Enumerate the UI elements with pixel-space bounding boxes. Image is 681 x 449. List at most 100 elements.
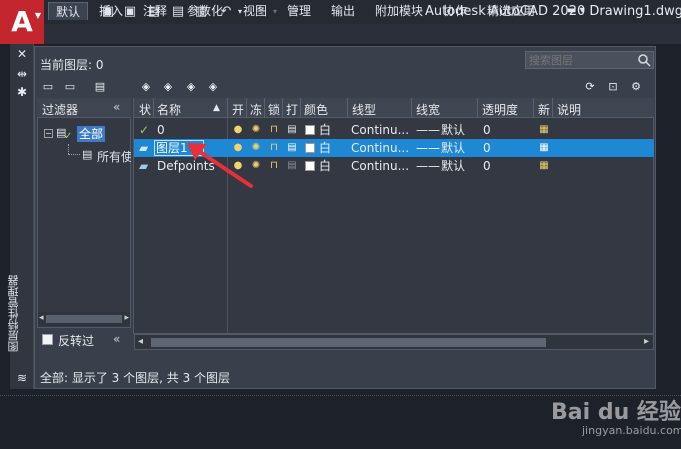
column-separator xyxy=(477,98,478,118)
close-icon[interactable]: ✕ xyxy=(14,46,30,62)
column-lineweight[interactable]: 线宽 xyxy=(416,101,440,118)
check-icon: ✓ xyxy=(64,131,73,142)
layer-name[interactable]: 0 xyxy=(157,121,165,139)
layer-transparency[interactable]: 0 xyxy=(483,157,491,175)
new-vp-freeze-icon[interactable]: ▦ xyxy=(538,142,550,154)
new-layer-icon[interactable]: ◈ xyxy=(138,80,154,94)
filter-scrollbar[interactable]: ◂ ▸ xyxy=(38,312,130,326)
gear-icon[interactable]: ⚙ xyxy=(628,80,644,94)
new-group-filter-icon[interactable]: ▭ xyxy=(62,80,78,94)
printer-icon[interactable]: ▤ xyxy=(286,124,298,136)
tab-addins[interactable]: 附加模块 xyxy=(368,2,430,20)
tab-featured-apps[interactable]: 精选应用 xyxy=(480,2,542,20)
autocad-logo-icon: A xyxy=(11,5,33,38)
new-filter-icon[interactable]: ▭ xyxy=(40,80,56,94)
collapse-tree-button[interactable]: « xyxy=(113,332,120,346)
current-layer-check-icon: ✓ xyxy=(139,123,150,137)
scroll-right-icon[interactable]: ▸ xyxy=(644,336,649,347)
column-separator xyxy=(282,98,283,118)
layer-linetype[interactable]: Continu... xyxy=(351,157,409,175)
column-separator xyxy=(300,98,301,118)
column-separator xyxy=(347,98,348,118)
tab-collaborate[interactable]: 协作 xyxy=(436,2,474,20)
column-separator xyxy=(227,98,228,118)
refresh-icon[interactable]: ⟳ xyxy=(582,80,598,94)
search-field[interactable] xyxy=(525,51,654,69)
column-transparency[interactable]: 透明度 xyxy=(482,101,518,118)
scroll-left-icon[interactable]: ◂ xyxy=(39,313,44,323)
column-on[interactable]: 开 xyxy=(232,101,244,118)
filter-title: 过滤器 xyxy=(42,103,79,117)
palette-title: 图层特性管理器 xyxy=(7,275,20,352)
column-separator xyxy=(552,98,553,118)
layer-settings-icon[interactable]: ⊡ xyxy=(605,80,621,94)
column-freeze[interactable]: 冻 xyxy=(250,101,262,118)
scroll-left-icon[interactable]: ◂ xyxy=(138,336,143,347)
tab-home[interactable]: 默认 xyxy=(48,2,89,20)
delete-layer-icon[interactable]: ◈ xyxy=(183,80,199,94)
tab-parametric[interactable]: 参数化 xyxy=(180,2,230,20)
scroll-thumb[interactable] xyxy=(46,315,122,323)
column-color[interactable]: 颜色 xyxy=(304,101,328,118)
column-lock[interactable]: 锁 xyxy=(268,101,280,118)
scroll-thumb[interactable] xyxy=(151,338,546,347)
tree-toggle-icon[interactable]: − xyxy=(44,129,53,138)
layer-states-icon[interactable]: ▤ xyxy=(92,80,108,94)
invert-filter-checkbox[interactable] xyxy=(42,334,53,345)
layer-transparency[interactable]: 0 xyxy=(483,139,491,157)
layer-color[interactable]: 白 xyxy=(319,157,331,175)
no-plot-printer-icon[interactable]: ▤ xyxy=(286,160,298,172)
tab-insert[interactable]: 插入 xyxy=(92,2,130,20)
column-separator xyxy=(153,98,154,118)
sun-thaw-icon[interactable]: ✺ xyxy=(250,124,262,136)
layer-list-scrollbar[interactable]: ◂ ▸ xyxy=(134,334,654,350)
unlock-icon[interactable]: ⊓ xyxy=(268,160,280,172)
autohide-icon[interactable]: ⇹ xyxy=(14,66,30,82)
column-name[interactable]: 名称 xyxy=(157,101,181,118)
column-description[interactable]: 说明 xyxy=(557,101,581,118)
tree-item-all[interactable]: 全部 xyxy=(77,126,106,142)
ribbon-minimize-icon[interactable]: ▬ ▾ xyxy=(560,2,592,20)
column-separator xyxy=(411,98,412,118)
layer-transparency[interactable]: 0 xyxy=(483,121,491,139)
printer-icon[interactable]: ▤ xyxy=(286,142,298,154)
properties-icon[interactable]: ✱ xyxy=(14,84,30,100)
unlock-icon[interactable]: ⊓ xyxy=(268,142,280,154)
lightbulb-on-icon[interactable]: ● xyxy=(232,124,244,136)
search-input[interactable] xyxy=(526,52,634,68)
layer-color[interactable]: 白 xyxy=(319,121,331,139)
tree-connector xyxy=(68,144,69,154)
unlock-icon[interactable]: ⊓ xyxy=(268,124,280,136)
scroll-right-icon[interactable]: ▸ xyxy=(124,313,129,323)
collapse-filter-button[interactable]: « xyxy=(113,100,120,114)
layers-stack-icon: ≋ xyxy=(16,371,28,385)
tab-annotate[interactable]: 注释 xyxy=(136,2,174,20)
search-icon[interactable] xyxy=(637,53,651,67)
application-menu-button[interactable]: A ▼ xyxy=(0,0,44,44)
new-layer-vp-frozen-icon[interactable]: ◈ xyxy=(160,80,176,94)
color-swatch[interactable] xyxy=(305,143,315,153)
layer-color[interactable]: 白 xyxy=(319,139,331,157)
column-plot[interactable]: 打 xyxy=(286,101,298,118)
tab-manage[interactable]: 管理 xyxy=(280,2,318,20)
color-swatch[interactable] xyxy=(305,161,315,171)
layer-lineweight[interactable]: 默认 xyxy=(441,139,465,157)
column-linetype[interactable]: 线型 xyxy=(352,101,376,118)
color-swatch[interactable] xyxy=(305,125,315,135)
layer-linetype[interactable]: Continu... xyxy=(351,139,409,157)
new-vp-freeze-icon[interactable]: ▦ xyxy=(538,124,550,136)
layer-status-icon: ▰ xyxy=(139,141,149,155)
layer-lineweight[interactable]: 默认 xyxy=(441,121,465,139)
tab-output[interactable]: 输出 xyxy=(324,2,362,20)
new-vp-freeze-icon[interactable]: ▦ xyxy=(538,160,550,172)
tree-item-used-layers[interactable]: 所有使用的图层 xyxy=(97,148,131,165)
tab-view[interactable]: 视图 xyxy=(236,2,274,20)
column-new-vp-freeze[interactable]: 新 xyxy=(538,101,550,118)
layer-lineweight[interactable]: 默认 xyxy=(441,157,465,175)
layer-linetype[interactable]: Continu... xyxy=(351,121,409,139)
ribbon-tab-bar xyxy=(44,24,681,44)
baidu-watermark: Bai du 经验 xyxy=(551,400,681,425)
column-status[interactable]: 状 xyxy=(139,101,151,118)
layer-name[interactable]: 图层1 xyxy=(156,139,188,157)
set-current-icon[interactable]: ◈ xyxy=(205,80,221,94)
